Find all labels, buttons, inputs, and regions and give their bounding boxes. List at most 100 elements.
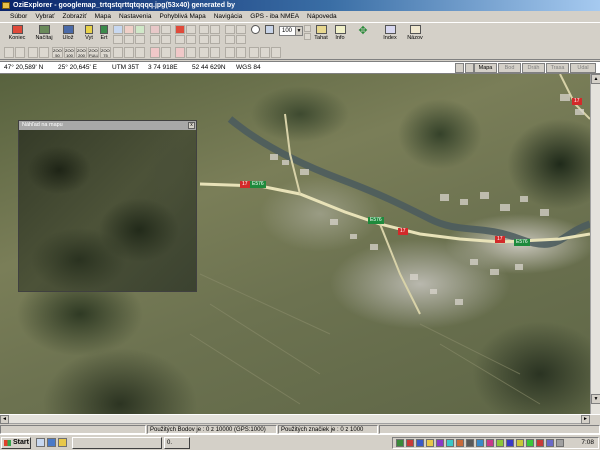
menu-map[interactable]: Mapa <box>91 13 115 20</box>
load-map-button[interactable]: Načítaj <box>32 24 56 44</box>
scroll-down-icon[interactable]: ▼ <box>591 394 600 404</box>
arrow-left-icon[interactable] <box>4 47 14 58</box>
comment-tool-icon[interactable] <box>135 35 145 44</box>
menu-view[interactable]: Zobraziť <box>59 13 91 20</box>
menu-moving-map[interactable]: Pohyblivá Mapa <box>155 13 209 20</box>
create-button[interactable]: Vyt <box>82 24 96 44</box>
overview-map[interactable] <box>19 130 196 291</box>
save-coords-icon[interactable] <box>455 63 464 73</box>
list-tool-icon[interactable] <box>161 35 171 44</box>
tray-icon[interactable] <box>466 439 474 447</box>
scroll-right-icon[interactable]: ► <box>581 415 590 424</box>
folder-icon[interactable] <box>58 438 67 447</box>
track-tool-icon[interactable] <box>135 25 145 34</box>
move-tool-icon[interactable] <box>161 25 171 34</box>
arrow-right-icon[interactable] <box>15 47 25 58</box>
trk-show-icon[interactable] <box>135 47 145 58</box>
taskbar-button[interactable] <box>72 437 162 449</box>
dropdown-icon[interactable] <box>465 63 474 73</box>
calibrate-tool-icon[interactable] <box>186 25 196 34</box>
tray-icon[interactable] <box>536 439 544 447</box>
browser-icon[interactable] <box>47 438 56 447</box>
zoom-select[interactable]: 100 ▼ <box>279 26 303 36</box>
menu-gps-nmea[interactable]: GPS - iba NMEA <box>246 13 303 20</box>
rte-show-icon[interactable] <box>150 47 160 58</box>
copy-icon[interactable] <box>236 25 246 34</box>
route-button[interactable]: Trasa <box>546 63 569 73</box>
desktop-icon[interactable] <box>36 438 45 447</box>
menu-file[interactable]: Súbor <box>6 13 31 20</box>
tray-icon[interactable] <box>426 439 434 447</box>
taskbar-button-ozi[interactable]: 0. <box>164 437 190 449</box>
zoom-full-button[interactable]: ZOOM FULL <box>88 47 99 58</box>
rte-hide-icon[interactable] <box>161 47 171 58</box>
overview-title-bar[interactable]: Náhľad na mapu <box>19 121 196 130</box>
tray-icon[interactable] <box>526 439 534 447</box>
zoom-50-button[interactable]: ZOOM 50 <box>52 47 63 58</box>
route-tool-icon[interactable] <box>113 35 123 44</box>
tray-icon[interactable] <box>506 439 514 447</box>
scroll-left-icon[interactable]: ◄ <box>0 415 9 424</box>
tray-icon[interactable] <box>446 439 454 447</box>
index-button[interactable]: Index <box>380 24 400 44</box>
overview-window[interactable]: Náhľad na mapu x <box>18 120 197 292</box>
drag-button[interactable]: Tahat <box>312 24 330 44</box>
info-button[interactable]: Info <box>332 24 348 44</box>
waypoint-button[interactable]: Bod <box>498 63 521 73</box>
properties-tool-icon[interactable] <box>150 35 160 44</box>
ruler-tool-icon[interactable] <box>210 25 220 34</box>
clear-tool-icon[interactable] <box>175 25 185 34</box>
evt-hide-icon[interactable] <box>186 47 196 58</box>
name-tool-icon[interactable] <box>124 35 134 44</box>
tray-icon[interactable] <box>416 439 424 447</box>
zoom-in-icon[interactable] <box>304 25 311 32</box>
paste-icon[interactable] <box>225 35 235 44</box>
proximity-icon[interactable] <box>210 35 220 44</box>
layer-tool-icon[interactable] <box>186 35 196 44</box>
tray-icon[interactable] <box>516 439 524 447</box>
print-icon[interactable] <box>225 25 235 34</box>
arrow-up-icon[interactable] <box>28 47 38 58</box>
waypoint-tool-icon[interactable] <box>113 25 123 34</box>
zoom-75-button[interactable]: ZOOM 75 <box>100 47 111 58</box>
menu-help[interactable]: Nápoveda <box>303 13 341 20</box>
wp-hide-icon[interactable] <box>124 47 134 58</box>
menu-select[interactable]: Vybrať <box>31 13 58 20</box>
exit-button[interactable]: Koniec <box>4 24 30 44</box>
map-button[interactable]: Mapa <box>474 63 497 73</box>
close-icon[interactable]: x <box>188 122 195 129</box>
grid-show-icon[interactable] <box>199 47 209 58</box>
gps-icon[interactable] <box>260 47 270 58</box>
event-button[interactable]: Udal <box>570 63 596 73</box>
image-icon[interactable] <box>236 35 246 44</box>
arrow-down-icon[interactable] <box>39 47 49 58</box>
start-button[interactable]: Start <box>1 437 31 449</box>
menu-settings[interactable]: Nastavenia <box>115 13 156 20</box>
name-show-icon[interactable] <box>225 47 235 58</box>
filter-icon[interactable] <box>249 47 259 58</box>
search-button[interactable] <box>249 24 261 44</box>
zoom-out-icon[interactable] <box>304 33 311 40</box>
tray-icon[interactable] <box>396 439 404 447</box>
track-button[interactable]: Dráh <box>522 63 545 73</box>
grid-tool-icon[interactable] <box>175 35 185 44</box>
name-hide-icon[interactable] <box>236 47 246 58</box>
menu-navigation[interactable]: Navigácia <box>210 13 247 20</box>
save-button[interactable]: Ulož <box>58 24 78 44</box>
speaker-icon[interactable] <box>556 439 564 447</box>
event-tool-icon[interactable] <box>124 25 134 34</box>
range-ring-icon[interactable] <box>199 35 209 44</box>
edit-button[interactable]: Ert <box>97 24 111 44</box>
tray-icon[interactable] <box>476 439 484 447</box>
tray-icon[interactable] <box>456 439 464 447</box>
settings-icon[interactable] <box>271 47 281 58</box>
tray-icon[interactable] <box>496 439 504 447</box>
vertical-scrollbar[interactable]: ▲ ▼ <box>590 74 600 414</box>
name-search-button[interactable]: Názov <box>404 24 426 44</box>
measure-tool-icon[interactable] <box>199 25 209 34</box>
horizontal-scrollbar[interactable]: ◄ ► <box>0 415 590 424</box>
wp-show-icon[interactable] <box>113 47 123 58</box>
tray-icon[interactable] <box>406 439 414 447</box>
zoom-100-button[interactable]: ZOOM 100 <box>64 47 75 58</box>
window-button[interactable] <box>263 24 275 44</box>
